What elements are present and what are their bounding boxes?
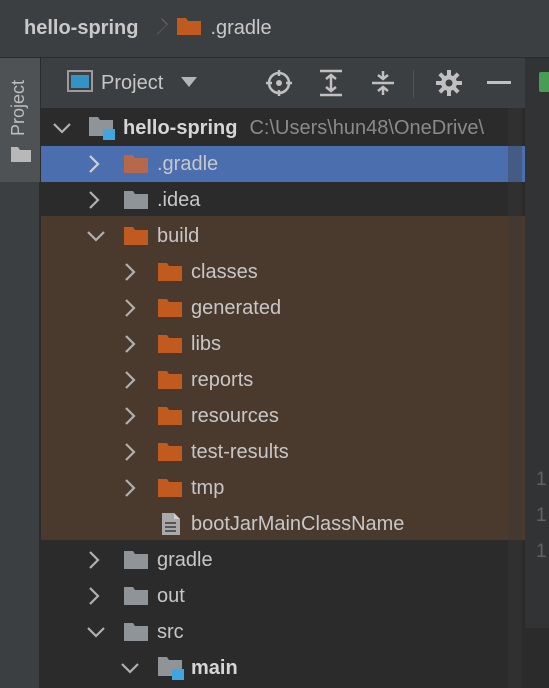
- tree-item-label: build: [157, 224, 200, 247]
- tree-item-classes[interactable]: classes: [41, 254, 525, 290]
- line-number: 1: [536, 505, 547, 526]
- chevron-down-icon: [181, 74, 198, 92]
- tree-item-build[interactable]: build: [41, 218, 525, 254]
- folder-icon: [123, 226, 149, 252]
- chevron-right-icon[interactable]: [85, 191, 103, 209]
- folder-icon: [123, 622, 149, 648]
- tree-item-label: .gradle: [157, 152, 219, 175]
- tree-item-test-results[interactable]: test-results: [41, 434, 525, 470]
- tree-item-gradle-cache[interactable]: .gradle: [41, 146, 525, 182]
- folder-icon: [157, 298, 183, 324]
- tree-item-label: test-results: [191, 440, 289, 463]
- folder-icon: [11, 146, 31, 167]
- chevron-right-icon[interactable]: [121, 443, 139, 461]
- tree-item-label: tmp: [191, 476, 225, 499]
- tree-item-label: classes: [191, 260, 258, 283]
- tree-item-label: src: [157, 620, 184, 643]
- project-tab-label: Project: [8, 79, 28, 136]
- tree-item-label: out: [157, 584, 185, 607]
- chevron-down-icon[interactable]: [53, 119, 71, 137]
- chevron-down-icon[interactable]: [121, 659, 139, 677]
- file-icon: [539, 72, 549, 92]
- toolbar-separator: [413, 70, 414, 98]
- tree-item-idea[interactable]: .idea: [41, 182, 525, 218]
- folder-icon: [123, 190, 149, 216]
- tree-item-label: .idea: [157, 188, 201, 211]
- line-number: 1: [536, 541, 547, 562]
- tree-item-libs[interactable]: libs: [41, 326, 525, 362]
- view-mode-title: Project: [101, 71, 164, 94]
- folder-icon: [157, 370, 183, 396]
- chevron-down-icon[interactable]: [87, 623, 105, 641]
- folder-icon: [157, 478, 183, 504]
- folder-icon: [176, 16, 202, 41]
- tree-item-label: gradle: [157, 548, 213, 571]
- line-number: 1: [536, 469, 547, 490]
- navigation-bar: hello-spring .gradle: [0, 0, 549, 58]
- project-tool-header: Project: [41, 58, 525, 108]
- module-folder-icon: [88, 116, 116, 146]
- chevron-right-icon[interactable]: [85, 155, 103, 173]
- view-mode-selector[interactable]: Project: [67, 58, 198, 108]
- folder-icon: [123, 586, 149, 612]
- folder-icon: [157, 406, 183, 432]
- tree-item-label: reports: [191, 368, 254, 391]
- chevron-right-icon[interactable]: [121, 263, 139, 281]
- tree-item-bootjarmainclassname[interactable]: bootJarMainClassName: [41, 506, 525, 542]
- tree-item-label: bootJarMainClassName: [191, 512, 405, 535]
- project-view-icon: [67, 69, 93, 97]
- editor-tab-strip: [525, 58, 549, 108]
- locate-icon[interactable]: [259, 58, 299, 108]
- chevron-right-icon[interactable]: [121, 371, 139, 389]
- project-name: hello-spring: [123, 116, 238, 139]
- tree-item-reports[interactable]: reports: [41, 362, 525, 398]
- chevron-right-icon[interactable]: [85, 587, 103, 605]
- folder-icon: [157, 262, 183, 288]
- tree-scrollbar[interactable]: [508, 108, 522, 688]
- tree-item-label: generated: [191, 296, 282, 319]
- tree-root-hello-spring[interactable]: hello-spring C:\Users\hun48\OneDrive\: [41, 110, 525, 146]
- tree-item-out[interactable]: out: [41, 578, 525, 614]
- expand-all-icon[interactable]: [311, 58, 351, 108]
- line-number-gutter: 1 1 1: [525, 108, 549, 628]
- chevron-right-icon[interactable]: [121, 407, 139, 425]
- project-tool-tab[interactable]: Project: [0, 58, 40, 182]
- folder-icon: [123, 154, 149, 180]
- breadcrumb-project[interactable]: hello-spring: [24, 17, 138, 40]
- tree-item-label: libs: [191, 332, 222, 355]
- chevron-right-icon[interactable]: [121, 299, 139, 317]
- chevron-right-icon[interactable]: [85, 551, 103, 569]
- project-tree[interactable]: hello-spring C:\Users\hun48\OneDrive\ .gr…: [41, 108, 525, 688]
- project-path: C:\Users\hun48\OneDrive\: [249, 116, 484, 139]
- breadcrumb-separator-icon: [152, 15, 164, 43]
- tool-window-stripe: Project: [0, 58, 40, 688]
- tree-item-gradle[interactable]: gradle: [41, 542, 525, 578]
- chevron-right-icon[interactable]: [121, 479, 139, 497]
- editor-gutter: 1 1 1: [525, 58, 549, 688]
- breadcrumb-current[interactable]: .gradle: [210, 17, 271, 40]
- chevron-right-icon[interactable]: [121, 335, 139, 353]
- module-folder-icon: [157, 656, 185, 686]
- minimize-icon[interactable]: [479, 58, 519, 108]
- tree-item-src[interactable]: src: [41, 614, 525, 650]
- chevron-down-icon[interactable]: [87, 227, 105, 245]
- tree-item-tmp[interactable]: tmp: [41, 470, 525, 506]
- folder-icon: [123, 550, 149, 576]
- tree-item-label: main: [191, 656, 238, 679]
- folder-icon: [157, 442, 183, 468]
- tree-item-main[interactable]: main: [41, 650, 525, 686]
- collapse-all-icon[interactable]: [363, 58, 403, 108]
- tree-item-resources[interactable]: resources: [41, 398, 525, 434]
- tree-item-label: resources: [191, 404, 279, 427]
- folder-icon: [157, 334, 183, 360]
- settings-icon[interactable]: [429, 58, 469, 108]
- tree-item-generated[interactable]: generated: [41, 290, 525, 326]
- text-file-icon: [161, 512, 181, 542]
